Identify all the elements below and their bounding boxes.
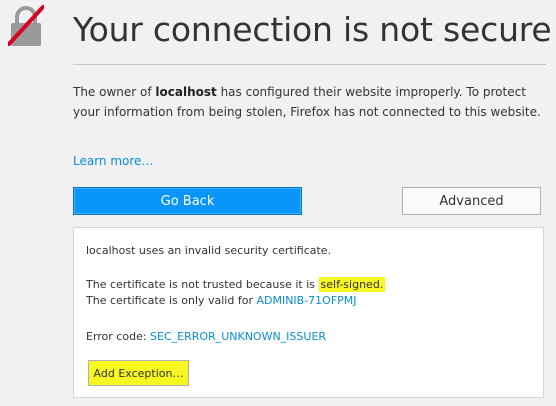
error-code-text: Error code: SEC_ERROR_UNKNOWN_ISSUER — [86, 330, 326, 343]
valid-for-prefix: The certificate is only valid for — [86, 294, 257, 307]
description-host: localhost — [155, 85, 217, 99]
error-code-link[interactable]: SEC_ERROR_UNKNOWN_ISSUER — [150, 330, 326, 343]
self-signed-highlight: self-signed. — [318, 277, 386, 292]
error-page: Your connection is not secure The owner … — [0, 0, 556, 406]
valid-host-link[interactable]: ADMINIB-71OFPMJ — [256, 294, 356, 307]
page-title: Your connection is not secure — [73, 10, 552, 49]
invalid-certificate-text: localhost uses an invalid security certi… — [86, 244, 332, 257]
broken-lock-icon — [8, 5, 44, 46]
valid-for-text: The certificate is only valid for ADMINI… — [86, 294, 357, 307]
learn-more-link[interactable]: Learn more… — [73, 154, 153, 168]
error-description: The owner of localhost has configured th… — [73, 82, 543, 122]
title-divider — [73, 64, 546, 65]
error-code-prefix: Error code: — [86, 330, 151, 343]
add-exception-button[interactable]: Add Exception… — [88, 360, 189, 386]
go-back-button[interactable]: Go Back — [73, 187, 302, 215]
description-text-start: The owner of — [73, 85, 156, 99]
advanced-panel: localhost uses an invalid security certi… — [73, 227, 544, 398]
untrusted-reason-prefix: The certificate is not trusted because i… — [86, 278, 319, 291]
advanced-button[interactable]: Advanced — [402, 187, 541, 215]
untrusted-reason-text: The certificate is not trusted because i… — [86, 277, 386, 292]
